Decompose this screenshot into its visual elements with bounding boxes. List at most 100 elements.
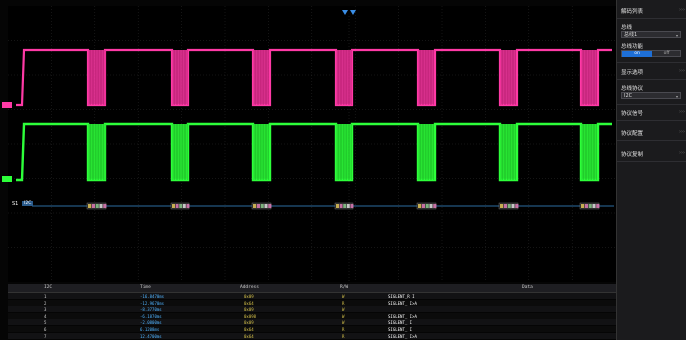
chevron-right-icon: ››› — [679, 109, 685, 115]
chevron-down-icon: ▾ — [675, 33, 678, 38]
divider — [617, 62, 686, 63]
bus-segment — [99, 204, 103, 208]
bus-segment — [336, 204, 339, 208]
bus-segment — [186, 204, 190, 208]
table-row[interactable]: 6 6.1208ms 0x64 R SIGLENT_ I — [8, 326, 616, 332]
bus-segment — [179, 204, 183, 208]
cell-index: 2 — [44, 300, 47, 306]
cell-data: SIGLENT_ I>A — [388, 333, 417, 339]
bus-function-toggle[interactable]: on off — [621, 50, 681, 57]
bus-channel-label: S1 — [12, 201, 19, 207]
bus-segment — [588, 204, 592, 208]
protocol-config-item[interactable]: 协议配置 ››› — [621, 129, 685, 137]
bus-segment — [596, 204, 600, 208]
cell-data: SIGLENT_ I — [388, 327, 413, 332]
chevron-down-icon: ▾ — [675, 94, 678, 99]
bus-label: 总线 — [621, 25, 633, 31]
panel-title-label: 解码列表 — [621, 9, 644, 15]
cell-time: -6.1870ms — [140, 313, 162, 319]
bus-segment — [592, 204, 596, 208]
cell-rw: R — [342, 327, 345, 332]
bus-segment — [425, 204, 429, 208]
cell-time: -16.8470ms — [140, 294, 165, 299]
bus-segment — [256, 204, 260, 208]
column-header-i2c: I2C — [44, 285, 53, 290]
table-row[interactable]: 5 -2.0800ms 0x09 W SIGLENT_ I — [8, 319, 616, 326]
bus-segment — [350, 204, 354, 208]
channel-2-marker[interactable] — [2, 176, 12, 182]
decode-settings-panel: 解码列表 ››› 总线 总线1 ▾ 总线功能 on off 显示选项 ››› 总线协议… — [616, 0, 686, 340]
table-row[interactable]: 4 -6.1870ms 0x098 W SIGLENT_ I>A — [8, 312, 616, 319]
bus-segment — [421, 204, 425, 208]
bus-segment — [264, 204, 268, 208]
cell-index: 3 — [44, 307, 47, 313]
cell-rw: W — [342, 320, 345, 326]
protocol-copy-label: 协议复制 — [621, 152, 644, 158]
cell-address: 0x64 — [244, 327, 254, 332]
bus-segment — [433, 204, 437, 208]
column-header-data: Data — [522, 285, 533, 290]
cell-address: 0x09 — [244, 307, 254, 313]
cell-rw: W — [342, 294, 345, 299]
bus-segment — [339, 204, 343, 208]
bus-segment — [343, 204, 347, 208]
cell-data: SIGLENT_ I — [388, 320, 413, 326]
cell-address: 0x09 — [244, 294, 254, 299]
cell-time: 12.4700ms — [140, 333, 162, 339]
table-row[interactable]: 1 -16.8470ms 0x09 W SIGLENT_R I — [8, 293, 616, 299]
cell-index: 6 — [44, 327, 47, 332]
bus-segment — [91, 204, 95, 208]
cell-index: 4 — [44, 313, 47, 319]
chevron-right-icon: ››› — [679, 7, 685, 13]
cell-address: 0x64 — [244, 300, 254, 306]
cell-rw: W — [342, 307, 345, 313]
column-header-address: Address — [240, 285, 259, 290]
bus-segment — [584, 204, 588, 208]
cell-rw: R — [342, 300, 345, 306]
cell-address: 0x09 — [244, 320, 254, 326]
bus-segment — [253, 204, 257, 208]
cell-rw: R — [342, 333, 345, 339]
divider — [617, 161, 686, 162]
cell-address: 0x098 — [244, 313, 257, 319]
cell-address: 0x64 — [244, 333, 254, 339]
bus-segment — [103, 204, 107, 208]
divider — [617, 140, 686, 141]
divider — [617, 104, 686, 105]
bus-segment — [503, 204, 507, 208]
cell-data: SIGLENT_R I — [388, 294, 415, 299]
divider — [617, 120, 686, 121]
bus-protocol-tag: I2C — [22, 201, 34, 206]
bus-protocol-select[interactable]: I2C ▾ — [621, 92, 681, 99]
toggle-off[interactable]: off — [652, 51, 681, 57]
table-row[interactable]: 2 -12.9670ms 0x64 R SIGLENT_ I>A — [8, 299, 616, 306]
bus-segment — [515, 204, 519, 208]
cell-rw: W — [342, 313, 345, 319]
bus-segment — [429, 204, 433, 208]
cell-index: 7 — [44, 333, 47, 339]
bus-segment — [268, 204, 272, 208]
divider — [617, 18, 686, 19]
toggle-on[interactable]: on — [622, 51, 652, 57]
bus-protocol-value: I2C — [624, 93, 633, 99]
bus-select[interactable]: 总线1 ▾ — [621, 31, 681, 38]
chevron-right-icon: ››› — [679, 150, 685, 156]
display-options-item[interactable]: 显示选项 ››› — [621, 68, 685, 76]
cell-index: 1 — [44, 294, 47, 299]
protocol-copy-item[interactable]: 协议复制 ››› — [621, 150, 685, 158]
panel-title-decode-list[interactable]: 解码列表 ››› — [621, 7, 685, 15]
channel-1-marker[interactable] — [2, 102, 12, 108]
cell-time: -12.9670ms — [140, 300, 165, 306]
bus-segment — [346, 204, 350, 208]
bus-protocol-label: 总线协议 — [621, 86, 644, 92]
waveform-display[interactable] — [8, 6, 616, 282]
decode-table-header: I2C Time Address R/W Data — [8, 284, 616, 293]
table-row[interactable]: 3 -8.3770ms 0x09 W — [8, 306, 616, 313]
display-options-label: 显示选项 — [621, 70, 644, 76]
protocol-config-label: 协议配置 — [621, 131, 644, 137]
bus-segment — [260, 204, 264, 208]
protocol-signal-item[interactable]: 协议信号 ››› — [621, 109, 685, 117]
table-row[interactable]: 7 12.4700ms 0x64 R SIGLENT_ I>A — [8, 332, 616, 339]
protocol-signal-label: 协议信号 — [621, 111, 644, 117]
bus-function-label: 总线功能 — [621, 44, 644, 50]
